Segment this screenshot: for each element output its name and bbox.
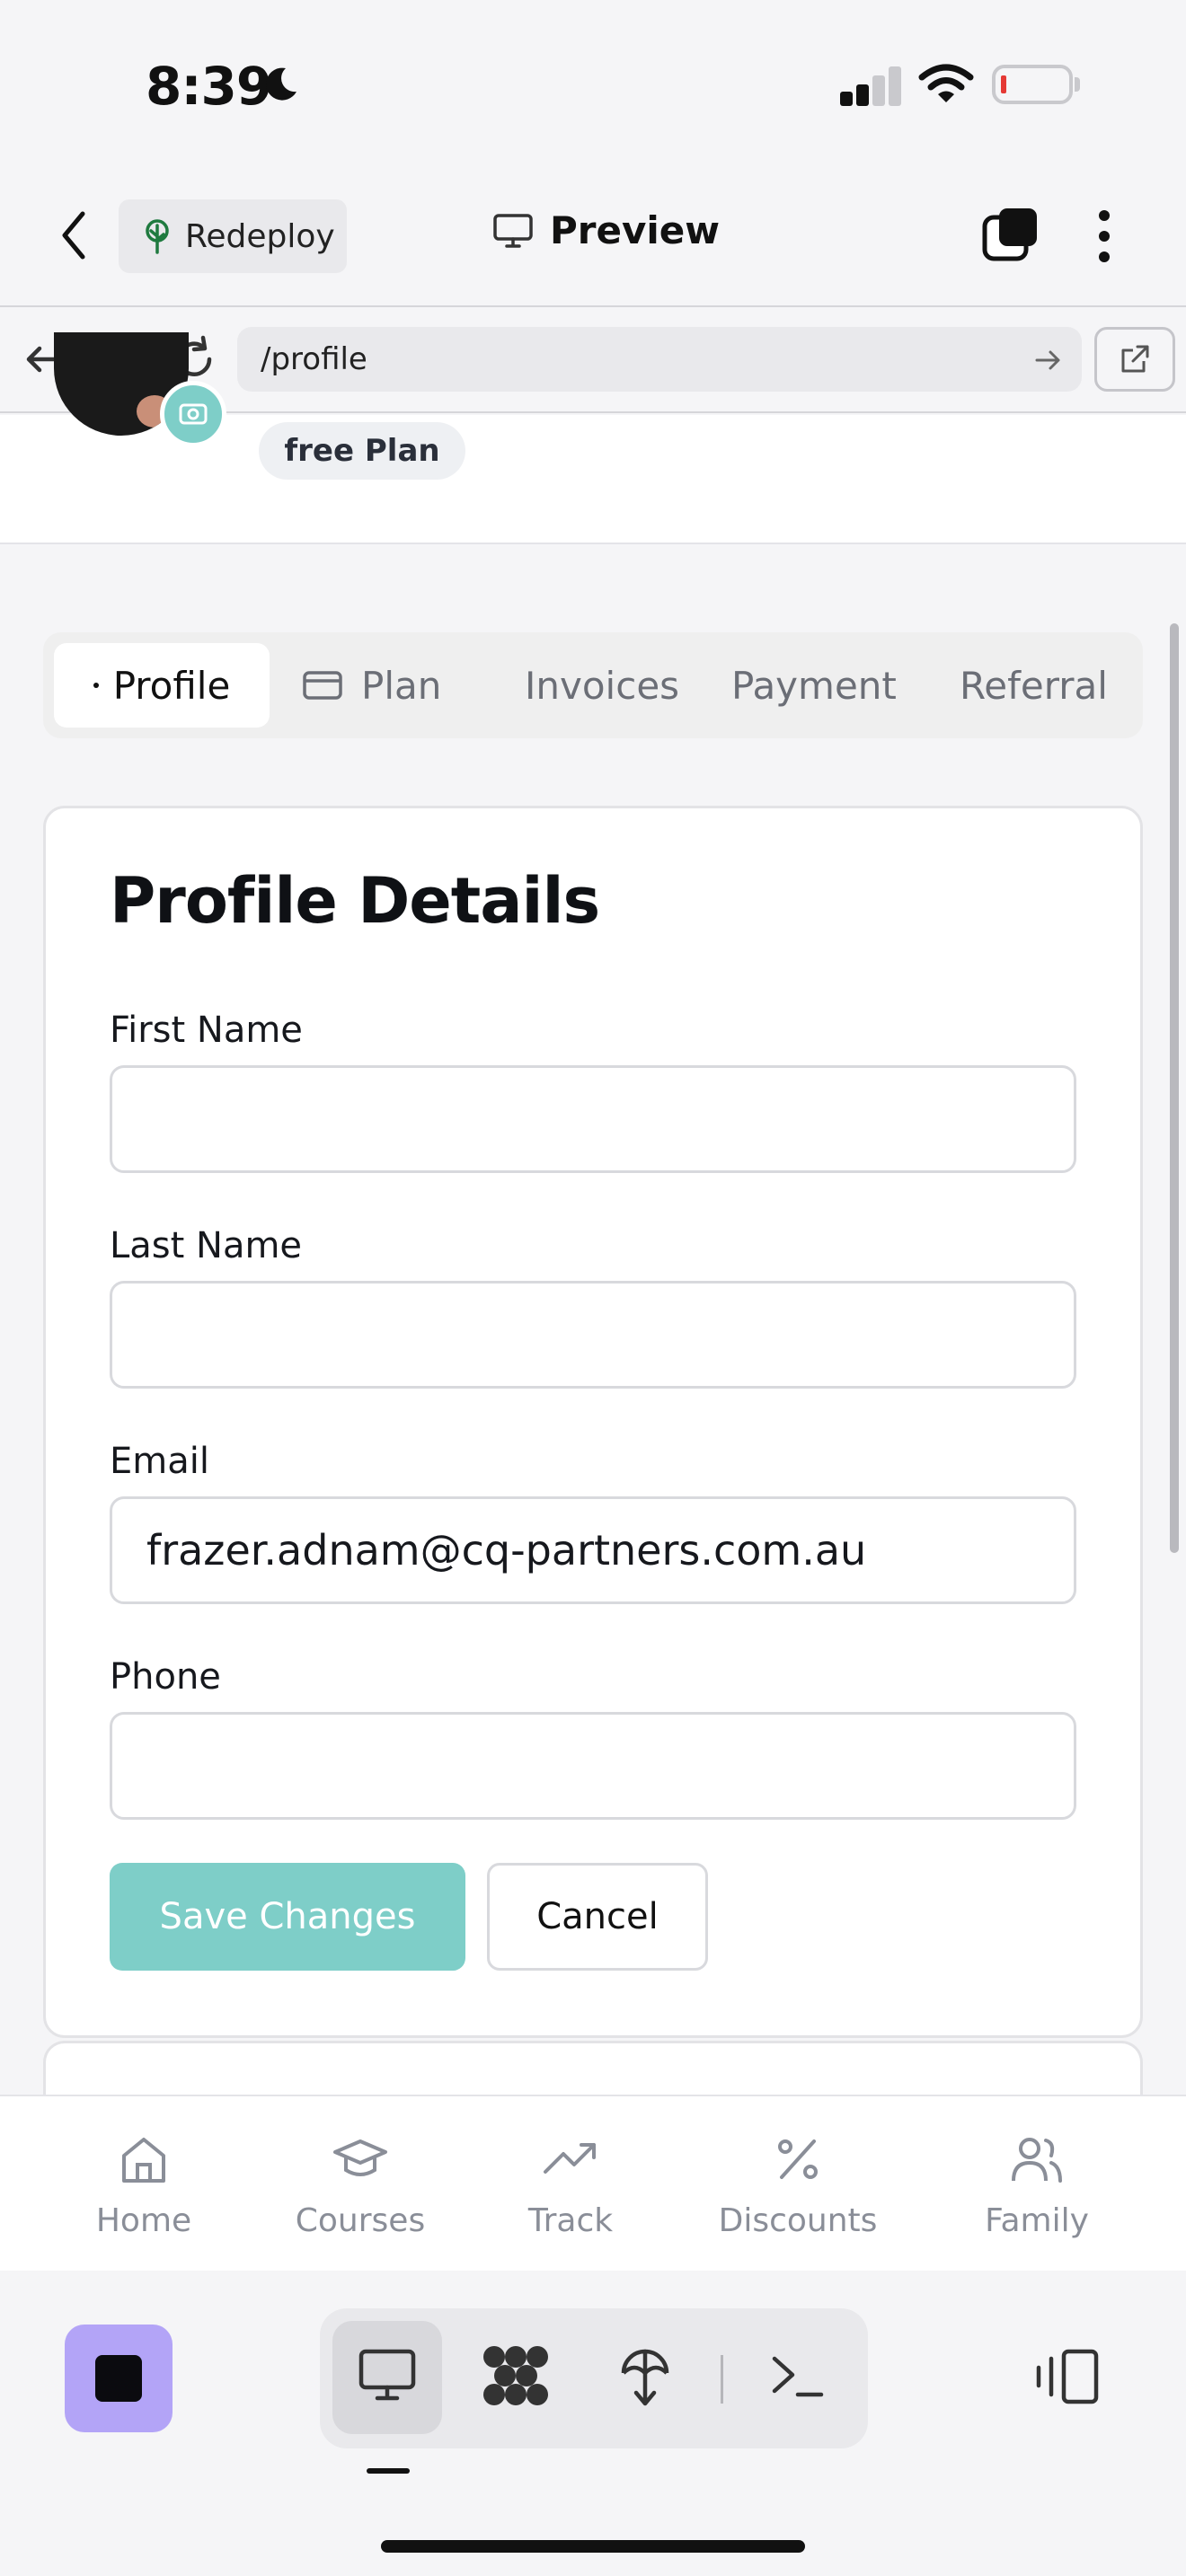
percent-icon	[778, 2139, 818, 2179]
credit-card-icon	[303, 671, 342, 700]
external-link-icon	[1121, 345, 1149, 373]
open-external-button[interactable]	[1094, 327, 1175, 392]
tab-label: Profile	[112, 663, 231, 708]
terminal-icon[interactable]	[769, 2351, 827, 2402]
device-frame-icon[interactable]	[1033, 2348, 1102, 2405]
back-chevron-icon[interactable]	[56, 208, 92, 262]
tab-label: Plan	[361, 663, 442, 708]
battery-tip	[1075, 77, 1080, 92]
toolbar-divider	[721, 2355, 723, 2404]
tab-payment[interactable]: Payment	[731, 643, 897, 728]
tab-plan[interactable]: Plan	[302, 643, 441, 728]
trending-up-icon	[544, 2143, 596, 2174]
user-icon	[93, 683, 99, 688]
home-indicator	[381, 2540, 805, 2553]
monitor-icon	[493, 213, 533, 248]
redeploy-button[interactable]: Redeploy	[119, 199, 347, 273]
first-name-label: First Name	[110, 1010, 303, 1051]
change-photo-button[interactable]	[160, 381, 226, 447]
go-arrow-icon[interactable]	[1033, 345, 1064, 375]
components-icon[interactable]	[480, 2342, 552, 2409]
tree-icon	[146, 219, 169, 254]
moon-icon	[266, 67, 296, 101]
camera-icon	[179, 403, 208, 425]
next-card	[43, 2041, 1143, 2095]
save-changes-button[interactable]: Save Changes	[110, 1863, 465, 1971]
users-icon	[1012, 2138, 1062, 2183]
tabs-switcher-icon[interactable]	[981, 207, 1039, 264]
nav-label: Discounts	[718, 2202, 878, 2239]
email-label: Email	[110, 1441, 209, 1482]
tab-label: Payment	[731, 663, 897, 708]
redeploy-label: Redeploy	[185, 217, 335, 255]
tab-label: Referral	[960, 663, 1108, 708]
last-name-field[interactable]	[110, 1281, 1076, 1389]
nav-label: Courses	[295, 2202, 426, 2239]
home-icon	[122, 2138, 165, 2183]
email-field[interactable]	[110, 1496, 1076, 1604]
tab-profile[interactable]: Profile	[54, 643, 270, 728]
page-title: Profile Details	[110, 864, 600, 938]
nav-label: Family	[985, 2202, 1089, 2239]
first-name-field[interactable]	[110, 1065, 1076, 1173]
nav-item-family[interactable]: Family	[938, 2132, 1136, 2239]
plan-badge: free Plan	[259, 422, 465, 480]
nav-item-discounts[interactable]: Discounts	[699, 2132, 897, 2239]
active-view-indicator	[367, 2468, 410, 2474]
nav-item-home[interactable]: Home	[45, 2132, 243, 2239]
deploy-icon[interactable]	[616, 2342, 674, 2409]
profile-details-card	[43, 806, 1143, 2038]
nav-item-courses[interactable]: Courses	[261, 2132, 459, 2239]
page-scrollbar[interactable]	[1170, 623, 1179, 1553]
cancel-button[interactable]: Cancel	[487, 1863, 708, 1971]
url-field[interactable]: /profile	[237, 327, 1082, 392]
last-name-label: Last Name	[110, 1225, 303, 1266]
preview-title: Preview	[492, 208, 720, 252]
battery-icon	[992, 65, 1073, 104]
phone-label: Phone	[110, 1656, 221, 1698]
tab-label: Invoices	[525, 663, 680, 708]
desktop-view-icon[interactable]	[358, 2348, 417, 2404]
nav-item-track[interactable]: Track	[472, 2132, 669, 2239]
more-vertical-icon[interactable]	[1091, 208, 1118, 264]
nav-label: Home	[95, 2202, 192, 2239]
tab-referral[interactable]: Referral	[960, 643, 1108, 728]
tab-invoices[interactable]: Invoices	[525, 643, 679, 728]
nav-label: Track	[527, 2202, 614, 2239]
phone-field[interactable]	[110, 1712, 1076, 1820]
preview-label: Preview	[550, 208, 721, 252]
graduation-cap-icon	[333, 2139, 387, 2176]
wifi-icon	[918, 64, 974, 102]
app-switch-button[interactable]	[65, 2325, 173, 2432]
status-time: 8:39	[146, 56, 272, 117]
cellular-signal-icon	[840, 66, 903, 106]
